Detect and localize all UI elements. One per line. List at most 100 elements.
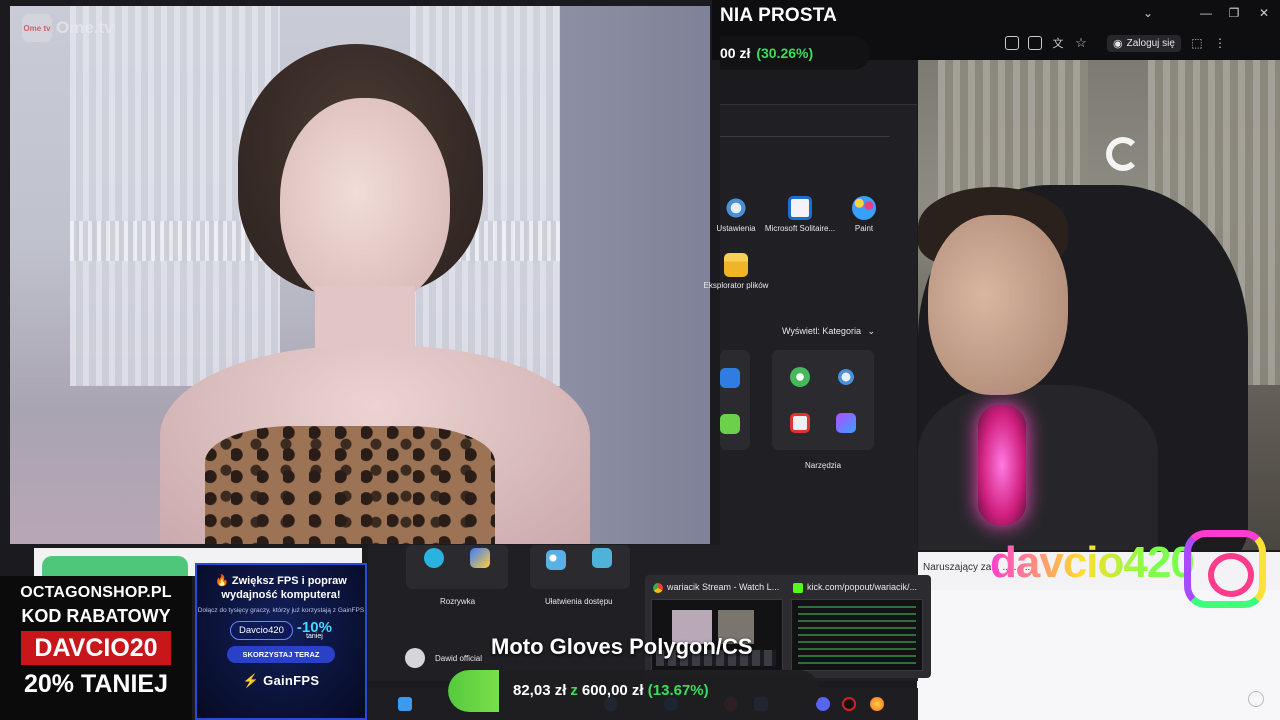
group-label-rozrywka: Rozrywka xyxy=(440,597,476,606)
ometv-logo-text: Ome.tv xyxy=(56,18,114,37)
gainfps-headline: 🔥 Zwiększ FPS i popraw wydajność kompute… xyxy=(215,575,347,601)
app-paint[interactable]: Paint xyxy=(826,196,902,234)
app-label: Paint xyxy=(854,224,874,233)
view-label: Wyświetl: Kategoria xyxy=(782,326,861,336)
category-group-partial[interactable] xyxy=(720,350,750,450)
app-label: Ustawienia xyxy=(716,224,756,233)
person-face xyxy=(280,98,450,308)
donation-pill: 00 zł (30.26%) xyxy=(720,36,870,70)
donation-goal-bar: 82,03 zł z 600,00 zł (13.67%) xyxy=(448,670,820,712)
folder-icon xyxy=(724,253,748,277)
xbox-icon xyxy=(790,367,810,387)
gainfps-discount: -10% taniej xyxy=(297,620,332,641)
gainfps-cta-button: SKORZYSTAJ TERAZ xyxy=(227,646,335,664)
ometv-logo: Ome tv Ome.tv xyxy=(22,14,114,42)
game-icon xyxy=(424,548,444,568)
picture-in-picture-icon[interactable] xyxy=(1005,36,1019,50)
chat-area xyxy=(917,590,1280,720)
login-label: Zaloguj się xyxy=(1126,37,1175,49)
goal-progress-fill xyxy=(448,670,499,712)
user-name: Dawid official xyxy=(435,653,482,663)
bolt-icon: ⚡ xyxy=(242,673,260,689)
collapse-icon[interactable]: ⌄ xyxy=(1138,6,1158,24)
gear-icon xyxy=(724,196,748,220)
promo-code: DAVCIO20 xyxy=(21,631,171,665)
chrome-icon xyxy=(653,583,663,593)
gamebar-icon xyxy=(470,548,490,568)
firefox-icon[interactable] xyxy=(870,697,884,711)
gainfps-ad: 🔥 Zwiększ FPS i popraw wydajność kompute… xyxy=(195,563,367,720)
app-label: Microsoft Solitaire... xyxy=(764,224,836,233)
windows-start-icon[interactable] xyxy=(398,697,412,711)
store-icon xyxy=(720,368,740,388)
app-explorer[interactable]: Eksplorator plików xyxy=(698,253,774,291)
start-user-profile[interactable]: Dawid official xyxy=(405,648,482,668)
goal-target: 600,00 zł xyxy=(581,682,644,699)
app-icon[interactable] xyxy=(842,697,856,711)
category-group-ulatwienia[interactable] xyxy=(530,545,630,589)
magnifier-icon xyxy=(546,550,566,570)
goal-text: 82,03 zł z 600,00 zł (13.67%) xyxy=(513,682,709,699)
star-icon[interactable]: ☆ xyxy=(1074,35,1088,50)
donation-amount: 00 zł xyxy=(720,45,751,61)
accessibility-icon xyxy=(592,548,612,568)
category-group-rozrywka[interactable] xyxy=(406,545,508,589)
streamer-face xyxy=(928,215,1068,395)
category-group-narzedzia[interactable] xyxy=(772,350,874,450)
cards-icon xyxy=(788,196,812,220)
group-label-ulatwienia: Ułatwienia dostępu xyxy=(545,597,613,606)
gainfps-logo: ⚡ GainFPS xyxy=(197,673,365,689)
snipping-icon xyxy=(790,413,810,433)
taskbar-preview-popup: wariacik Stream - Watch L... kick.com/po… xyxy=(645,575,931,678)
gainfps-subtext: Dołącz do tysięcy graczy, którzy już kor… xyxy=(197,606,365,614)
streamer-webcam xyxy=(918,55,1280,550)
leopard-top xyxy=(205,426,495,544)
ring-lamp xyxy=(1106,137,1140,171)
promo-label: KOD RABATOWY xyxy=(21,606,171,626)
preview-thumbnail-2[interactable] xyxy=(791,599,923,671)
tv-icon: Ome tv xyxy=(22,14,52,42)
ometv-start-button[interactable] xyxy=(42,556,188,578)
more-icon[interactable]: ⋮ xyxy=(1213,36,1227,50)
left-video-feed xyxy=(10,6,710,544)
extensions-icon[interactable]: ⬚ xyxy=(1190,36,1204,50)
browser-toolbar: 文 ☆ ◉ Zaloguj się ⬚ ⋮ xyxy=(1005,32,1280,54)
tools-icon xyxy=(836,413,856,433)
gainfps-code: Davcio420 xyxy=(230,621,293,641)
goal-separator: z xyxy=(570,682,578,699)
avatar xyxy=(405,648,425,668)
channel-name-overlay: davcio420 xyxy=(990,538,1195,587)
maximize-button[interactable]: ❐ xyxy=(1224,6,1244,24)
app-b-icon xyxy=(720,414,740,434)
promo-banner: OCTAGONSHOP.PL KOD RABATOWY DAVCIO20 20%… xyxy=(0,576,192,720)
start-search[interactable] xyxy=(720,115,890,137)
gear-icon xyxy=(836,367,856,387)
stream-title: NIA PROSTA xyxy=(720,5,838,26)
goal-percent: (13.67%) xyxy=(647,682,709,699)
promo-shop: OCTAGONSHOP.PL xyxy=(20,584,172,601)
kick-icon xyxy=(793,583,803,593)
app-label: Eksplorator plików xyxy=(703,281,769,290)
palette-icon xyxy=(852,196,876,220)
login-button[interactable]: ◉ Zaloguj się xyxy=(1107,34,1181,52)
translate-icon[interactable]: 文 xyxy=(1051,36,1065,50)
goal-current: 82,03 zł xyxy=(513,682,567,699)
preview-title-1: wariacik Stream - Watch L... xyxy=(667,582,780,592)
view-category-dropdown[interactable]: Wyświetl: Kategoria ⌄ xyxy=(782,326,875,337)
reader-icon[interactable] xyxy=(1028,36,1042,50)
chevron-down-icon: ⌄ xyxy=(867,326,876,336)
emoji-icon[interactable] xyxy=(1248,691,1264,707)
streamer-body xyxy=(918,385,1158,550)
preview-title-2: kick.com/popout/wariacik/... xyxy=(807,582,918,592)
gainfps-code-row: Davcio420 -10% taniej xyxy=(197,620,365,641)
goal-product-name: Moto Gloves Polygon/CS xyxy=(491,634,753,659)
instagram-icon xyxy=(1184,530,1266,608)
gainfps-brand: GainFPS xyxy=(263,673,320,689)
user-icon: ◉ xyxy=(1113,37,1123,50)
minimize-button[interactable]: — xyxy=(1196,6,1216,24)
close-button[interactable]: ✕ xyxy=(1254,6,1274,24)
promo-discount: 20% TANIEJ xyxy=(23,670,169,698)
donation-percent: (30.26%) xyxy=(756,45,814,61)
group-label-narzedzia: Narzędzia xyxy=(805,461,842,470)
pink-microphone xyxy=(978,405,1026,525)
